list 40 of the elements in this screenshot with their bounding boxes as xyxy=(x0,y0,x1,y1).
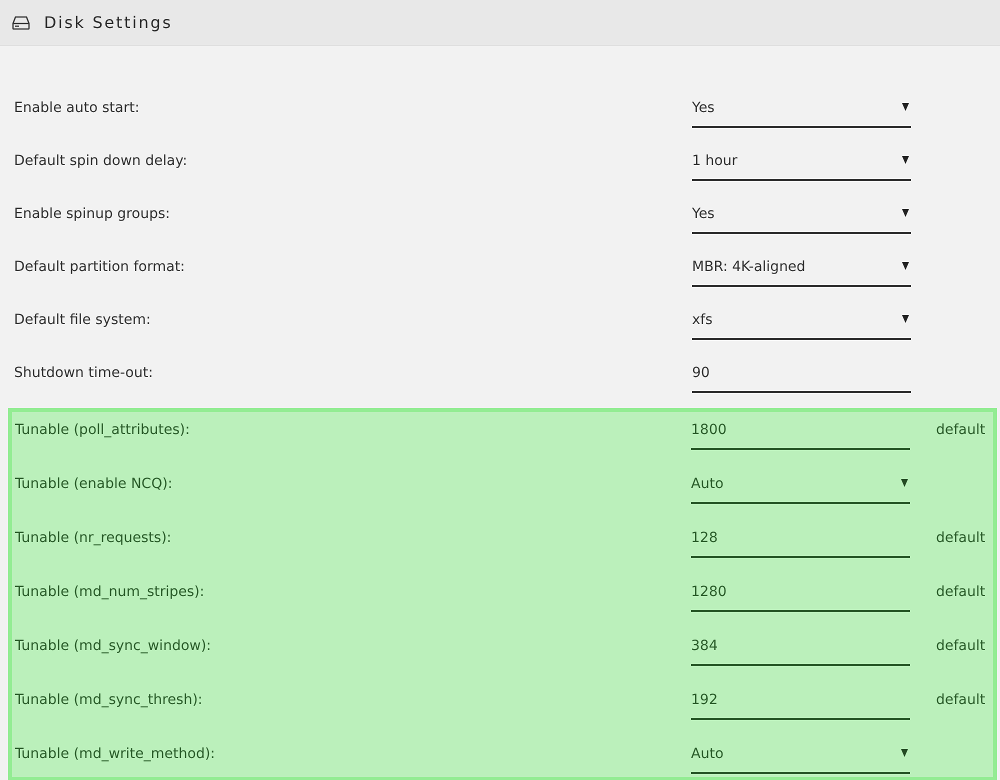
setting-label: Default partition format: xyxy=(14,258,186,277)
setting-label: Tunable (nr_requests): xyxy=(15,529,172,548)
setting-label: Default spin down delay: xyxy=(14,152,188,171)
setting-label: Enable auto start: xyxy=(14,99,140,118)
dropdown-field[interactable]: Yes xyxy=(692,90,911,128)
setting-label: Shutdown time-out: xyxy=(14,364,154,383)
caret-icon xyxy=(902,102,909,110)
input-field[interactable]: 1800 xyxy=(691,412,910,450)
setting-label: Tunable (md_sync_window): xyxy=(15,637,212,656)
dropdown-field[interactable]: MBR: 4K-aligned xyxy=(692,249,911,287)
caret-icon xyxy=(902,314,909,322)
setting-label: Default file system: xyxy=(14,311,152,330)
input-field[interactable]: 90 xyxy=(692,355,911,393)
input-field[interactable]: 192 xyxy=(691,682,910,720)
setting-label: Tunable (poll_attributes): xyxy=(15,421,191,440)
disk-icon xyxy=(12,16,30,30)
input-field[interactable]: 1280 xyxy=(691,574,910,612)
caret-icon xyxy=(901,748,908,756)
setting-label: Enable spinup groups: xyxy=(14,205,171,224)
page-title: Disk Settings xyxy=(44,13,172,32)
default-note: default xyxy=(936,692,986,708)
default-note: default xyxy=(936,638,986,654)
caret-icon xyxy=(901,478,908,486)
caret-icon xyxy=(902,156,909,164)
setting-label: Tunable (md_sync_thresh): xyxy=(15,691,204,710)
default-note: default xyxy=(936,422,986,438)
input-field[interactable]: 384 xyxy=(691,628,910,666)
setting-label: Tunable (enable NCQ): xyxy=(15,475,174,494)
dropdown-field[interactable]: Auto xyxy=(691,466,910,504)
dropdown-field[interactable]: Yes xyxy=(692,196,911,234)
default-note: default xyxy=(936,530,986,546)
setting-label: Tunable (md_write_method): xyxy=(15,745,216,764)
caret-icon xyxy=(902,262,909,270)
input-field[interactable]: 128 xyxy=(691,520,910,558)
dropdown-field[interactable]: xfs xyxy=(692,302,911,340)
caret-icon xyxy=(902,208,909,216)
dropdown-field[interactable]: Auto xyxy=(691,736,910,774)
setting-label: Tunable (md_num_stripes): xyxy=(15,583,206,602)
dropdown-field[interactable]: 1 hour xyxy=(692,143,911,181)
default-note: default xyxy=(936,584,986,600)
